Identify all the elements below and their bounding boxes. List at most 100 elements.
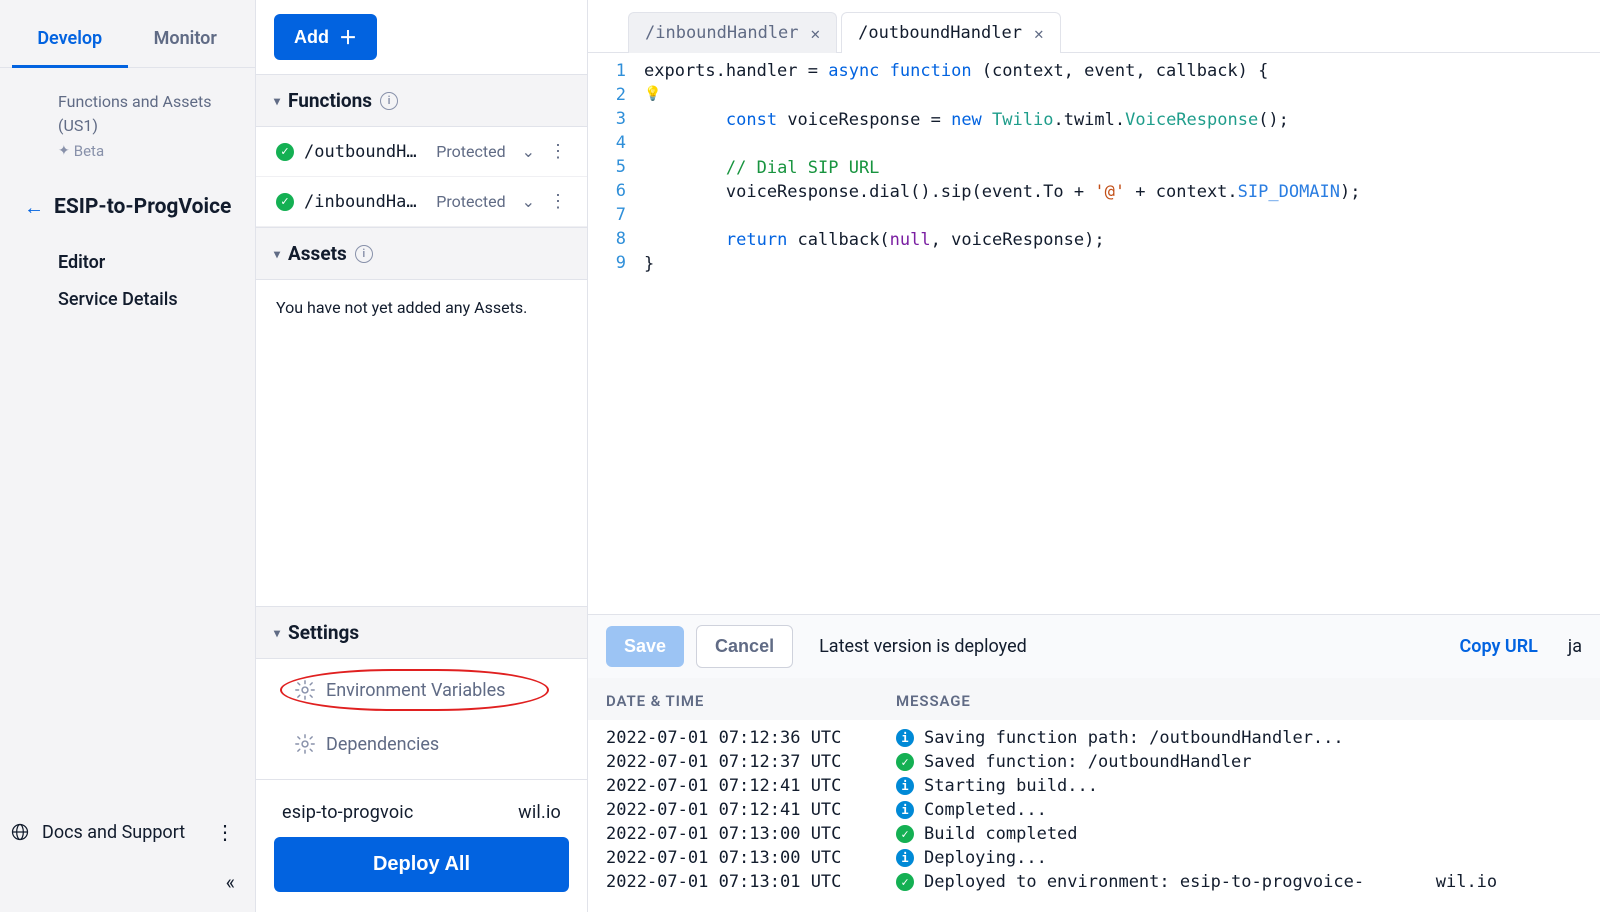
log-datetime: 2022-07-01 07:12:41 UTC (606, 776, 896, 796)
log-message: Saved function: /outboundHandler (924, 752, 1582, 772)
info-icon: i (896, 849, 914, 867)
editor-panel: /inboundHandler ✕ /outboundHandler ✕ 123456… (588, 0, 1600, 912)
settings-environment-variables[interactable]: Environment Variables (256, 663, 587, 717)
log-message: Saving function path: /outboundHandler..… (924, 728, 1582, 748)
editor-tab-label: /inboundHandler (645, 23, 799, 43)
log-row: 2022-07-01 07:12:37 UTC✓ Saved function: … (606, 750, 1582, 774)
nav-editor[interactable]: Editor (58, 244, 255, 281)
chevron-down-icon: ▾ (274, 247, 280, 261)
log-datetime: 2022-07-01 07:13:01 UTC (606, 872, 896, 892)
section-assets-title: Assets (288, 242, 347, 265)
log-datetime: 2022-07-01 07:12:41 UTC (606, 800, 896, 820)
gear-icon (294, 679, 316, 701)
editor-tab[interactable]: /inboundHandler ✕ (628, 12, 837, 53)
info-icon: i (896, 777, 914, 795)
close-icon[interactable]: ✕ (1034, 24, 1044, 43)
function-row[interactable]: ✓ /outboundHandl… Protected ⌄ ⋮ (256, 127, 587, 177)
chevron-down-icon: ▾ (274, 94, 280, 108)
code-content[interactable]: exports.handler = async function (contex… (636, 53, 1600, 614)
check-icon: ✓ (896, 873, 914, 891)
editor-tab-label: /outboundHandler (858, 23, 1022, 43)
breadcrumb: Functions and Assets (US1) ✦ Beta (0, 68, 255, 171)
globe-icon (10, 822, 30, 842)
log-row: 2022-07-01 07:13:01 UTC✓ Deployed to envi… (606, 870, 1582, 894)
log-row: 2022-07-01 07:12:36 UTCi Saving function … (606, 726, 1582, 750)
beta-badge: Beta (74, 140, 104, 163)
editor-toolbar: Save Cancel Latest version is deployed C… (588, 614, 1600, 678)
section-settings-header[interactable]: ▾ Settings (256, 606, 587, 659)
log-row: 2022-07-01 07:12:41 UTCi Completed... (606, 798, 1582, 822)
service-domain-right: wil.io (518, 802, 561, 823)
assets-empty-message: You have not yet added any Assets. (256, 280, 587, 335)
copy-url-link[interactable]: Copy URL (1460, 636, 1538, 657)
info-icon[interactable]: i (380, 92, 398, 110)
plus-icon: ＋ (339, 24, 357, 50)
code-editor[interactable]: 123456789 exports.handler = async functi… (588, 53, 1600, 614)
log-message: Completed... (924, 800, 1582, 820)
log-list: 2022-07-01 07:12:36 UTCiSaving function … (588, 720, 1600, 912)
settings-deps-label: Dependencies (326, 734, 439, 755)
breadcrumb-line1: Functions and Assets (58, 90, 231, 114)
log-datetime: 2022-07-01 07:12:37 UTC (606, 752, 896, 772)
left-tabs: Develop Monitor (0, 14, 255, 68)
log-message: Deployed to environment: esip-to-progvoi… (924, 872, 1582, 892)
log-datetime: 2022-07-01 07:13:00 UTC (606, 824, 896, 844)
check-icon: ✓ (896, 753, 914, 771)
log-message: Build completed (924, 824, 1582, 844)
truncated-text: ja (1568, 636, 1582, 657)
chevron-down-icon[interactable]: ⌄ (522, 142, 535, 161)
section-functions-title: Functions (288, 89, 372, 112)
chevron-down-icon[interactable]: ⌄ (522, 192, 535, 211)
editor-tab-bar: /inboundHandler ✕ /outboundHandler ✕ (588, 0, 1600, 53)
log-row: 2022-07-01 07:13:00 UTC✓ Build completed (606, 822, 1582, 846)
log-col-datetime: DATE & TIME (606, 692, 896, 710)
section-functions-header[interactable]: ▾ Functions i (256, 74, 587, 127)
more-vertical-icon[interactable]: ⋮ (545, 141, 571, 162)
info-icon: i (896, 729, 914, 747)
save-button[interactable]: Save (606, 626, 684, 667)
add-button[interactable]: Add ＋ (274, 14, 377, 60)
add-button-label: Add (294, 27, 329, 48)
log-col-message: MESSAGE (896, 692, 1582, 710)
cancel-button[interactable]: Cancel (696, 625, 793, 668)
breadcrumb-line2: (US1) (58, 114, 231, 138)
more-vertical-icon[interactable]: ⋮ (215, 820, 235, 844)
check-icon: ✓ (896, 825, 914, 843)
sparkle-icon: ✦ (58, 141, 70, 162)
info-icon: i (896, 801, 914, 819)
log-datetime: 2022-07-01 07:12:36 UTC (606, 728, 896, 748)
back-arrow-icon[interactable]: ← (24, 195, 44, 220)
deploy-status-text: Latest version is deployed (819, 636, 1027, 657)
log-datetime: 2022-07-01 07:13:00 UTC (606, 848, 896, 868)
function-name: /inboundHandler (304, 192, 426, 212)
line-gutter: 123456789 (588, 53, 636, 614)
left-sidebar: Develop Monitor Functions and Assets (US… (0, 0, 256, 912)
section-assets-header[interactable]: ▾ Assets i (256, 227, 587, 280)
section-settings-title: Settings (288, 621, 359, 644)
status-ok-icon: ✓ (276, 193, 294, 211)
explorer-panel: Add ＋ ▾ Functions i ✓ /outboundHandl… Prot… (256, 0, 588, 912)
docs-and-support[interactable]: Docs and Support (42, 822, 185, 843)
deploy-all-button[interactable]: Deploy All (274, 837, 569, 892)
collapse-sidebar-icon[interactable]: « (226, 870, 235, 894)
editor-tab[interactable]: /outboundHandler ✕ (841, 12, 1060, 53)
status-ok-icon: ✓ (276, 143, 294, 161)
service-domain: esip-to-progvoic wil.io (274, 792, 569, 837)
function-name: /outboundHandl… (304, 142, 426, 162)
tab-develop[interactable]: Develop (12, 14, 128, 67)
close-icon[interactable]: ✕ (811, 24, 821, 43)
settings-dependencies[interactable]: Dependencies (256, 717, 587, 771)
info-icon[interactable]: i (355, 245, 373, 263)
function-visibility: Protected (436, 192, 505, 211)
function-visibility: Protected (436, 142, 505, 161)
log-message: Deploying... (924, 848, 1582, 868)
nav-service-details[interactable]: Service Details (58, 281, 255, 318)
functions-list: ✓ /outboundHandl… Protected ⌄ ⋮ ✓ /inboundHand… (256, 127, 587, 227)
log-header: DATE & TIME MESSAGE (588, 678, 1600, 720)
tab-monitor[interactable]: Monitor (128, 14, 244, 67)
log-message: Starting build... (924, 776, 1582, 796)
more-vertical-icon[interactable]: ⋮ (545, 191, 571, 212)
function-row[interactable]: ✓ /inboundHandler Protected ⌄ ⋮ (256, 177, 587, 227)
service-domain-left: esip-to-progvoic (282, 802, 414, 823)
gear-icon (294, 733, 316, 755)
